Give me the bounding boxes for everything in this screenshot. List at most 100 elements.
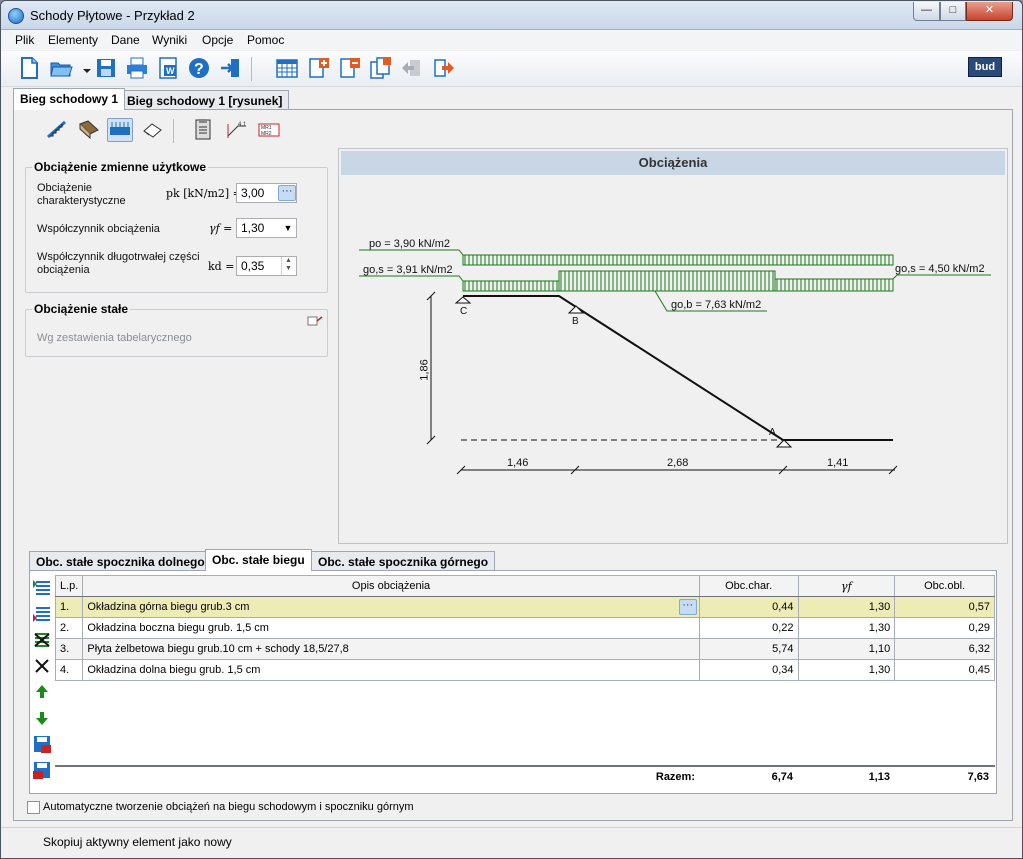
column-header-obl[interactable]: Obc.obl. <box>894 575 995 597</box>
row-lp: 1. <box>54 596 84 618</box>
open-dropdown-icon[interactable] <box>75 56 91 80</box>
menu-elementy[interactable]: Elementy <box>48 33 98 47</box>
row-char[interactable]: 0,22 <box>698 617 799 639</box>
close-button[interactable]: ✕ <box>966 2 1013 21</box>
tab-upper-landing[interactable]: Obc. stałe spocznika górnego <box>311 551 496 571</box>
table-header-row: L.p. Opis obciążenia Obc.char. γf Obc.ob… <box>54 575 995 597</box>
move-right-icon[interactable] <box>432 56 456 80</box>
sum-label: Razem: <box>655 771 695 783</box>
spin-arrows-icon[interactable]: ▲ ▼ <box>281 257 295 275</box>
application-window: Schody Płytowe - Przykład 2 — □ ✕ Plik E… <box>0 0 1023 859</box>
table-row[interactable]: 3. Płyta żelbetowa biegu grub.10 cm + sc… <box>54 638 995 660</box>
edit-table-icon[interactable] <box>307 315 323 327</box>
kd-symbol: kd = <box>208 260 235 273</box>
dead-load-table: L.p. Opis obciążenia Obc.char. γf Obc.ob… <box>54 575 995 681</box>
new-document-icon[interactable] <box>17 56 41 80</box>
auto-loads-label: Automatyczne tworzenie obciążeń na biegu… <box>43 801 414 813</box>
menu-plik[interactable]: Plik <box>15 33 34 47</box>
save-table-icon[interactable] <box>31 733 53 755</box>
status-text: Skopiuj aktywny element jako nowy <box>43 835 232 849</box>
tab-lower-landing[interactable]: Obc. stałe spocznika dolnego <box>29 551 212 571</box>
print-icon[interactable] <box>125 56 149 80</box>
auto-loads-checkbox[interactable] <box>27 801 40 814</box>
table-row[interactable]: 2. Okładzina boczna biegu grub. 1,5 cm 0… <box>54 617 995 639</box>
subtoolbar-separator <box>173 119 174 143</box>
table-sum-row: Razem: 6,74 1,13 7,63 <box>55 765 995 787</box>
loads-icon[interactable] <box>107 118 133 142</box>
row-char[interactable]: 5,74 <box>698 638 799 660</box>
dimension-icon[interactable]: 4,1 <box>225 118 251 142</box>
clipboard-icon[interactable] <box>191 118 217 142</box>
open-folder-icon[interactable] <box>49 56 73 80</box>
column-header-gf[interactable]: γf <box>797 575 896 597</box>
menu-opcje[interactable]: Opcje <box>202 33 233 47</box>
insert-row-below-icon[interactable] <box>31 603 53 625</box>
tab-bieg-schodowy-rysunek[interactable]: Bieg schodowy 1 [rysunek] <box>120 90 290 110</box>
char-load-dots-button[interactable]: ··· <box>278 185 296 201</box>
word-export-icon[interactable]: W <box>156 56 180 80</box>
remove-element-icon[interactable] <box>338 56 362 80</box>
support-b-label: B <box>572 316 579 327</box>
add-element-icon[interactable] <box>307 56 331 80</box>
sum-obl: 7,63 <box>967 771 989 783</box>
support-c-icon <box>454 296 472 304</box>
stair-axis <box>463 295 893 441</box>
clear-icon[interactable] <box>31 655 53 677</box>
column-header-lp[interactable]: L.p. <box>54 575 84 597</box>
tab-flight[interactable]: Obc. stałe biegu <box>205 549 312 571</box>
gos-right-label: go,s = 4,50 kN/m2 <box>895 263 985 275</box>
help-icon[interactable]: ? <box>187 56 211 80</box>
row-dots-button[interactable]: ··· <box>678 599 697 615</box>
column-header-char[interactable]: Obc.char. <box>698 575 799 597</box>
height-label: 1,86 <box>418 359 431 381</box>
minimize-button[interactable]: — <box>913 2 940 21</box>
menu-wyniki[interactable]: Wyniki <box>152 33 187 47</box>
row-desc[interactable]: Płyta żelbetowa biegu grub.10 cm + schod… <box>82 638 700 660</box>
calendar-table-icon[interactable] <box>275 56 299 80</box>
eraser-icon[interactable] <box>141 118 167 142</box>
column-header-desc[interactable]: Opis obciążenia <box>82 575 700 597</box>
row-char[interactable]: 0,44 <box>698 596 799 618</box>
row-desc[interactable]: Okładzina górna biegu grub.3 cm ··· <box>82 596 700 618</box>
exit-icon[interactable] <box>219 56 243 80</box>
load-table-icon[interactable] <box>31 759 53 781</box>
chevron-down-icon[interactable]: ▼ <box>280 219 296 237</box>
menu-dane[interactable]: Dane <box>111 33 140 47</box>
move-up-icon[interactable] <box>31 681 53 703</box>
row-gf[interactable]: 1,30 <box>797 659 896 681</box>
row-desc[interactable]: Okładzina boczna biegu grub. 1,5 cm <box>82 617 700 639</box>
material-icon[interactable] <box>77 118 103 142</box>
permanent-load-placeholder: Wg zestawienia tabelarycznego <box>37 332 192 344</box>
title-bar: Schody Płytowe - Przykład 2 — □ ✕ <box>1 1 1022 30</box>
menu-pomoc[interactable]: Pomoc <box>247 33 284 47</box>
insert-row-above-icon[interactable] <box>31 577 53 599</box>
table-row[interactable]: 1. Okładzina górna biegu grub.3 cm ··· 0,… <box>54 596 995 618</box>
kd-label: Współczynnik długotrwałej części obciąże… <box>37 251 200 276</box>
stair-geometry-icon[interactable] <box>45 118 71 142</box>
row-lp: 2. <box>54 617 84 639</box>
window-title: Schody Płytowe - Przykład 2 <box>30 8 195 23</box>
svg-text:MR2: MR2 <box>261 131 272 137</box>
row-gf[interactable]: 1,30 <box>797 617 896 639</box>
delete-row-icon[interactable] <box>31 629 53 651</box>
copy-element-icon[interactable] <box>369 56 393 80</box>
svg-text:W: W <box>166 66 175 76</box>
row-gf[interactable]: 1,30 <box>797 596 896 618</box>
intersoft-logo: bud <box>968 57 1002 77</box>
gamma-value: 1,30 <box>241 221 265 235</box>
table-row[interactable]: 4. Okładzina dolna biegu grub. 1,5 cm 0,… <box>54 659 995 681</box>
move-down-icon[interactable] <box>31 707 53 729</box>
maximize-button[interactable]: □ <box>940 2 966 21</box>
row-char[interactable]: 0,34 <box>698 659 799 681</box>
char-load-label: Obciążenie charakterystyczne <box>37 182 126 207</box>
row-gf[interactable]: 1,10 <box>797 638 896 660</box>
row-desc[interactable]: Okładzina dolna biegu grub. 1,5 cm <box>82 659 700 681</box>
stair-load-diagram <box>359 249 991 475</box>
move-left-icon[interactable] <box>400 56 424 80</box>
gamma-symbol: γf = <box>209 222 233 235</box>
save-icon[interactable] <box>94 56 118 80</box>
reinforcement-icon[interactable]: MR1 MR2 <box>257 118 283 142</box>
row-desc-text: Okładzina górna biegu grub.3 cm <box>87 601 250 613</box>
svg-text:4,1: 4,1 <box>238 122 247 128</box>
tab-bieg-schodowy[interactable]: Bieg schodowy 1 <box>13 88 126 110</box>
